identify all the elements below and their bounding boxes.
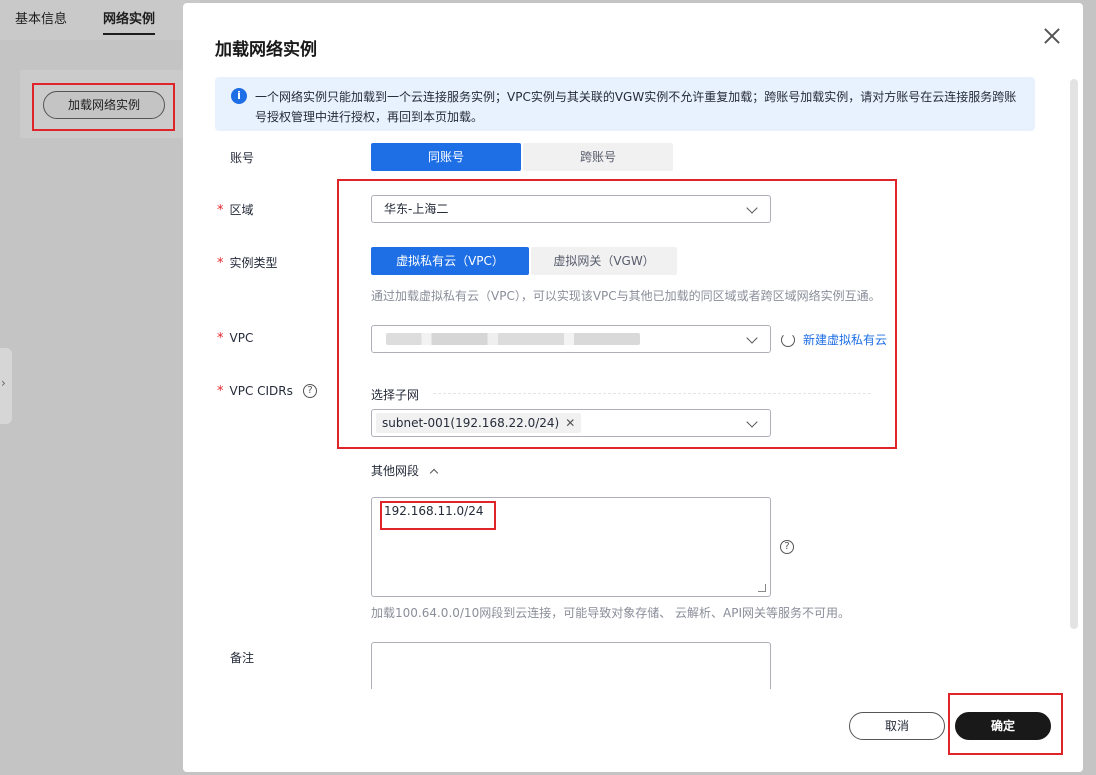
subnet-tag-text: subnet-001(192.168.22.0/24) [382,416,560,430]
info-icon: i [231,88,247,104]
other-segments-hint: 加载100.64.0.0/10网段到云连接，可能导致对象存储、 云解析、API网… [371,606,851,620]
chevron-down-icon [746,416,758,428]
instance-type-hint: 通过加载虚拟私有云（VPC），可以实现该VPC与其他已加载的同区域或者跨区域网络… [371,289,881,303]
chevron-up-icon [429,468,439,478]
instance-type-vpc-option[interactable]: 虚拟私有云（VPC） [371,247,529,275]
refresh-icon[interactable] [781,333,795,347]
close-icon[interactable] [1041,25,1063,47]
vpc-cidrs-label-text: VPC CIDRs [229,384,293,398]
remove-tag-icon[interactable]: ✕ [565,416,575,430]
account-same-option[interactable]: 同账号 [371,143,521,171]
subnet-section-label: 选择子网 [371,388,420,402]
instance-type-label: * 实例类型 [217,254,278,271]
tab-network-instances[interactable]: 网络实例 [103,8,156,35]
info-banner: i 一个网络实例只能加载到一个云连接服务实例；VPC实例与其关联的VGW实例不允… [215,77,1035,131]
required-asterisk: * [217,331,224,346]
region-label-text: 区域 [229,203,254,217]
region-label: * 区域 [217,201,254,218]
side-collapse-handle[interactable]: › [0,348,12,424]
chevron-down-icon [746,332,758,344]
required-asterisk: * [217,203,224,218]
account-label: 账号 [230,151,255,165]
background-add-instance-button[interactable]: 加载网络实例 [43,91,165,119]
remark-label: 备注 [230,651,255,665]
dialog-footer [183,689,1083,772]
subnet-tag: subnet-001(192.168.22.0/24) ✕ [376,413,582,433]
other-segments-toggle[interactable]: 其他网段 [371,462,439,479]
vpc-label-text: VPC [229,331,254,345]
resize-handle[interactable] [758,584,766,592]
tab-basic-info[interactable]: 基本信息 [15,8,67,27]
required-asterisk: * [217,384,224,399]
vpc-label: * VPC [217,331,253,346]
chevron-down-icon [746,202,758,214]
confirm-button[interactable]: 确定 [955,712,1051,740]
required-asterisk: * [217,256,224,271]
info-text: 一个网络实例只能加载到一个云连接服务实例；VPC实例与其关联的VGW实例不允许重… [255,90,1017,124]
instance-type-vgw-option[interactable]: 虚拟网关（VGW） [531,247,677,275]
chevron-right-icon: › [1,376,6,390]
subnet-select[interactable]: subnet-001(192.168.22.0/24) ✕ [371,409,771,437]
cancel-button[interactable]: 取消 [849,712,945,740]
vpc-value-redacted [386,333,640,345]
subnet-divider [433,393,871,394]
instance-type-label-text: 实例类型 [229,256,278,270]
vpc-select[interactable] [371,325,771,353]
region-select[interactable]: 华东-上海二 [371,195,771,223]
other-segments-label: 其他网段 [371,464,420,478]
vpc-cidrs-label: * VPC CIDRs [217,384,293,399]
add-instance-dialog: 加载网络实例 i 一个网络实例只能加载到一个云连接服务实例；VPC实例与其关联的… [183,3,1083,772]
help-icon[interactable]: ? [303,384,317,398]
other-segments-value: 192.168.11.0/24 [384,504,484,518]
other-segments-textarea[interactable]: 192.168.11.0/24 [371,497,771,597]
account-cross-option[interactable]: 跨账号 [523,143,673,171]
region-value: 华东-上海二 [384,202,449,216]
create-vpc-link[interactable]: 新建虚拟私有云 [803,331,887,348]
help-icon[interactable]: ? [780,540,794,554]
background-tabs: 基本信息 网络实例 [0,0,200,40]
dialog-title: 加载网络实例 [215,40,317,60]
scrollbar[interactable] [1070,79,1078,629]
